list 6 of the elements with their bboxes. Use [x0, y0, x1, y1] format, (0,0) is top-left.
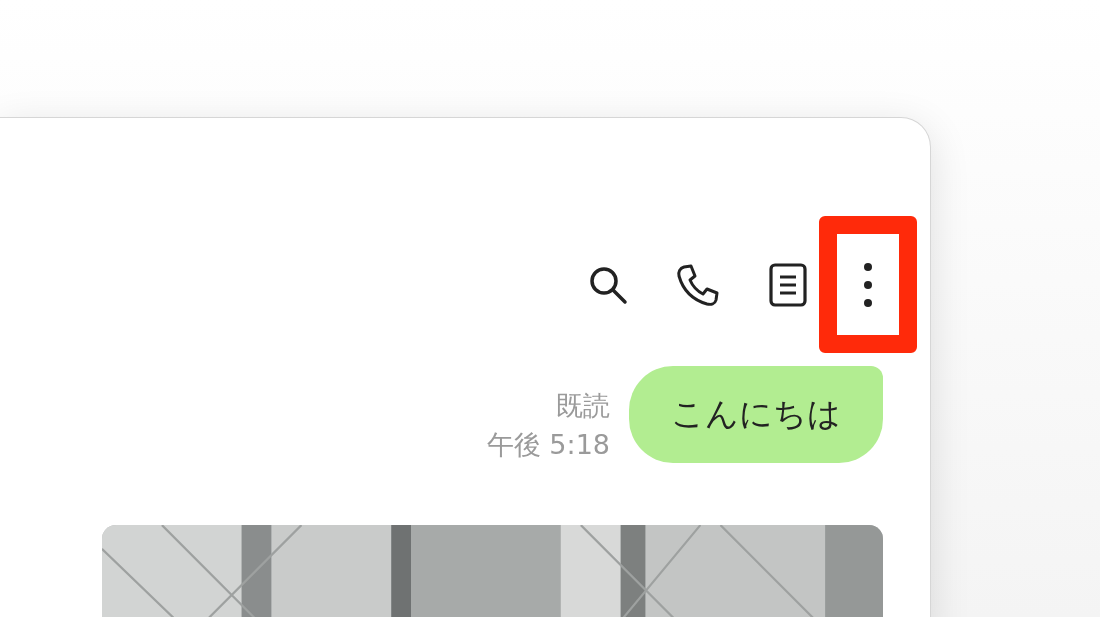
highlighted-menu-button[interactable]: [819, 216, 917, 353]
read-receipt: 既読: [556, 390, 610, 423]
notes-icon: [768, 261, 808, 308]
more-icon: [863, 261, 873, 308]
message-time: 午後 5:18: [486, 428, 610, 461]
message-bubble: こんにちは: [629, 366, 883, 463]
